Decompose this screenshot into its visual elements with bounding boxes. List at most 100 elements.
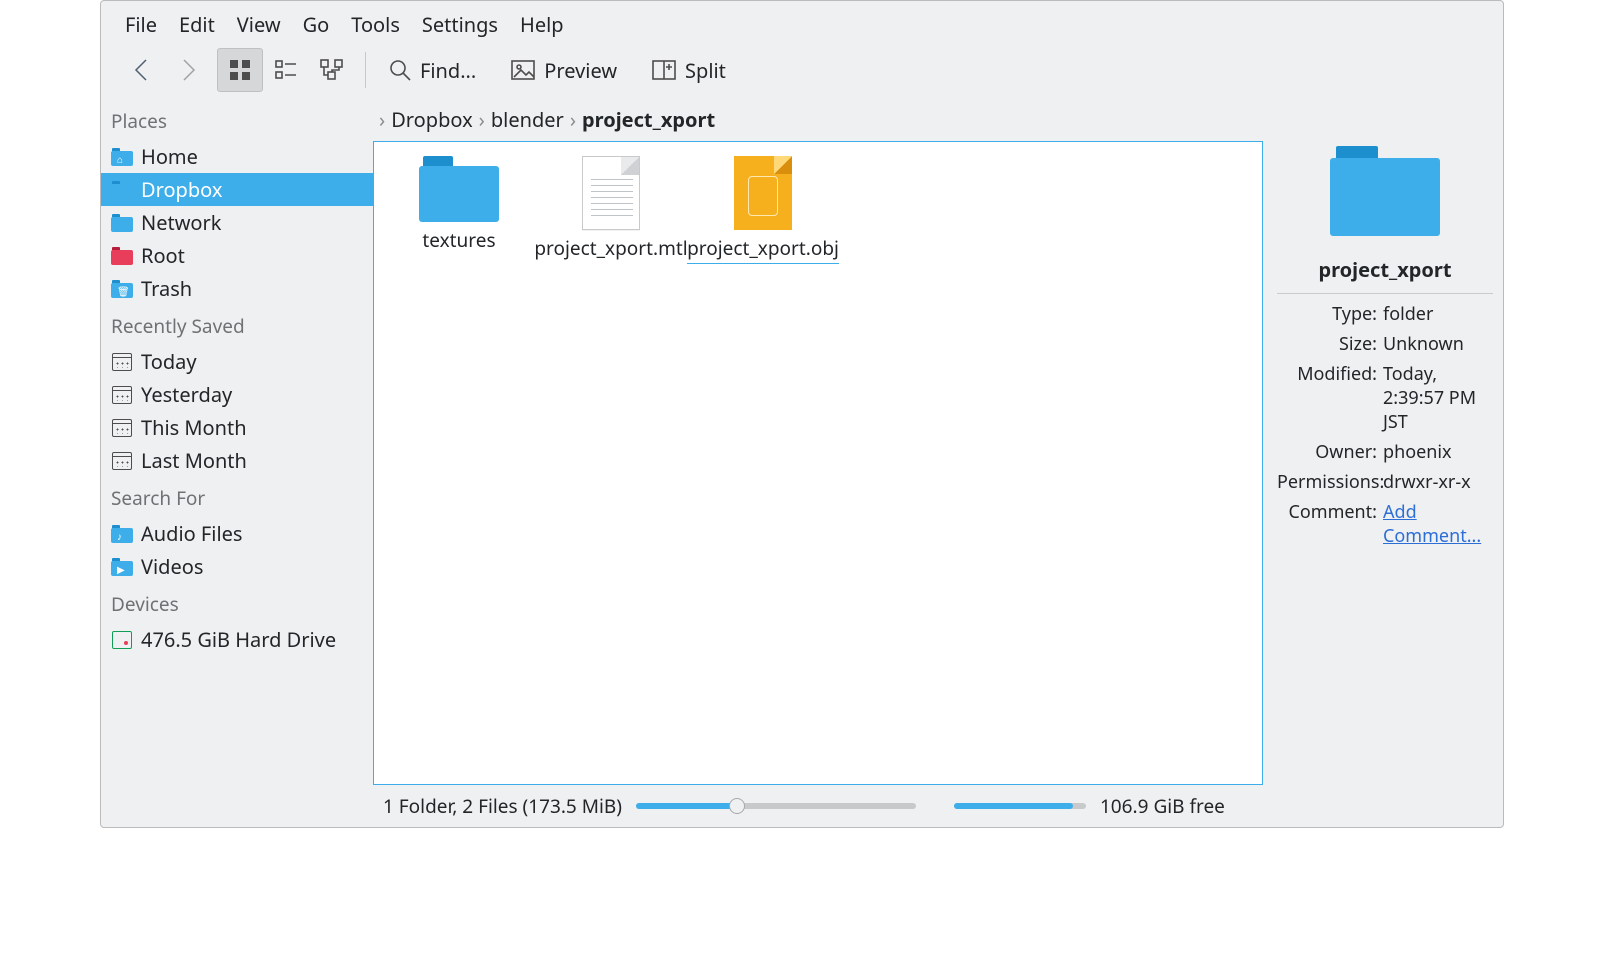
videos-folder-icon: ▶	[111, 557, 133, 577]
sidebar-item-label: 476.5 GiB Hard Drive	[141, 626, 336, 653]
obj-file-icon	[734, 156, 792, 230]
info-size-label: Size:	[1277, 332, 1377, 356]
sidebar-item-label: Home	[141, 143, 198, 170]
breadcrumb: › Dropbox › blender › project_xport	[373, 100, 1267, 139]
zoom-slider[interactable]	[636, 803, 916, 809]
file-manager-window: File Edit View Go Tools Settings Help Fi…	[100, 0, 1504, 828]
status-free-space: 106.9 GiB free	[1100, 793, 1225, 819]
info-modified-value: Today, 2:39:57 PM JST	[1383, 362, 1493, 434]
places-panel: Places ⌂ Home Dropbox Network Root 🗑 Tra…	[101, 100, 373, 789]
calendar-icon	[111, 352, 133, 372]
info-permissions-label: Permissions:	[1277, 470, 1377, 494]
sidebar-item-trash[interactable]: 🗑 Trash	[101, 272, 373, 305]
menu-go[interactable]: Go	[293, 7, 340, 42]
info-type-value: folder	[1383, 302, 1493, 326]
places-heading: Places	[101, 100, 373, 140]
main-area: › Dropbox › blender › project_xport text…	[373, 100, 1267, 789]
crumb-dropbox[interactable]: Dropbox	[391, 106, 472, 133]
preview-folder-icon	[1330, 146, 1440, 236]
back-button[interactable]	[119, 48, 165, 92]
home-folder-icon: ⌂	[111, 147, 133, 167]
search-icon	[388, 58, 412, 82]
text-file-icon	[582, 156, 640, 230]
sidebar-item-label: Audio Files	[141, 520, 242, 547]
sidebar-item-label: Network	[141, 209, 221, 236]
sidebar-item-label: Root	[141, 242, 185, 269]
split-icon	[651, 58, 677, 82]
info-size-value: Unknown	[1383, 332, 1493, 356]
devices-heading: Devices	[101, 583, 373, 623]
sidebar-item-yesterday[interactable]: Yesterday	[101, 378, 373, 411]
sidebar-item-root[interactable]: Root	[101, 239, 373, 272]
info-type-label: Type:	[1277, 302, 1377, 326]
menu-edit[interactable]: Edit	[169, 7, 225, 42]
view-tree-button[interactable]	[309, 48, 355, 92]
info-comment-label: Comment:	[1277, 500, 1377, 548]
chevron-right-icon: ›	[379, 106, 385, 133]
file-view[interactable]: textures project_xport.mtl project_xport…	[373, 141, 1263, 785]
statusbar: 1 Folder, 2 Files (173.5 MiB) 106.9 GiB …	[101, 789, 1503, 827]
toolbar-separator	[365, 52, 366, 88]
forward-button[interactable]	[165, 48, 211, 92]
sidebar-item-lastmonth[interactable]: Last Month	[101, 444, 373, 477]
split-label: Split	[685, 57, 726, 84]
menu-view[interactable]: View	[227, 7, 291, 42]
information-panel: project_xport Type: folder Size: Unknown…	[1267, 100, 1503, 789]
chevron-right-icon: ›	[479, 106, 485, 133]
view-compact-button[interactable]	[263, 48, 309, 92]
info-separator	[1277, 293, 1493, 294]
menu-help[interactable]: Help	[510, 7, 574, 42]
info-owner-label: Owner:	[1277, 440, 1377, 464]
sidebar-item-label: Yesterday	[141, 381, 232, 408]
file-label: project_xport.mtl	[534, 236, 687, 261]
file-label: textures	[422, 228, 495, 253]
file-item-textures[interactable]: textures	[388, 156, 530, 268]
calendar-icon	[111, 451, 133, 471]
sidebar-item-videos[interactable]: ▶ Videos	[101, 550, 373, 583]
calendar-icon	[111, 385, 133, 405]
find-label: Find...	[420, 57, 476, 84]
crumb-blender[interactable]: blender	[491, 106, 564, 133]
find-button[interactable]: Find...	[376, 48, 488, 92]
info-permissions-value: drwxr-xr-x	[1383, 470, 1493, 494]
search-for-heading: Search For	[101, 477, 373, 517]
network-folder-icon	[111, 213, 133, 233]
audio-folder-icon: ♪	[111, 524, 133, 544]
preview-label: Preview	[544, 57, 617, 84]
sidebar-item-home[interactable]: ⌂ Home	[101, 140, 373, 173]
add-comment-link[interactable]: Add Comment...	[1383, 500, 1481, 548]
image-icon	[510, 58, 536, 82]
trash-folder-icon: 🗑	[111, 279, 133, 299]
menu-tools[interactable]: Tools	[341, 7, 410, 42]
info-modified-label: Modified:	[1277, 362, 1377, 434]
file-item-obj[interactable]: project_xport.obj	[692, 156, 834, 268]
crumb-current[interactable]: project_xport	[582, 106, 715, 133]
sidebar-item-label: Today	[141, 348, 197, 375]
disk-usage-bar	[954, 803, 1086, 809]
sidebar-item-today[interactable]: Today	[101, 345, 373, 378]
status-summary: 1 Folder, 2 Files (173.5 MiB)	[383, 793, 622, 819]
sidebar-item-label: Last Month	[141, 447, 247, 474]
menu-file[interactable]: File	[115, 7, 167, 42]
sidebar-item-label: Videos	[141, 553, 203, 580]
menubar: File Edit View Go Tools Settings Help	[101, 1, 1503, 48]
calendar-icon	[111, 418, 133, 438]
sidebar-item-drive[interactable]: 476.5 GiB Hard Drive	[101, 623, 373, 656]
view-icons-button[interactable]	[217, 48, 263, 92]
dropbox-folder-icon	[111, 180, 133, 200]
file-label: project_xport.obj	[687, 236, 839, 264]
preview-button[interactable]: Preview	[498, 48, 629, 92]
file-item-mtl[interactable]: project_xport.mtl	[540, 156, 682, 268]
sidebar-item-network[interactable]: Network	[101, 206, 373, 239]
info-owner-value: phoenix	[1383, 440, 1493, 464]
sidebar-item-audio[interactable]: ♪ Audio Files	[101, 517, 373, 550]
toolbar: Find... Preview Split	[101, 48, 1503, 100]
hard-drive-icon	[111, 630, 133, 650]
sidebar-item-label: This Month	[141, 414, 247, 441]
sidebar-item-dropbox[interactable]: Dropbox	[101, 173, 373, 206]
menu-settings[interactable]: Settings	[412, 7, 508, 42]
folder-icon	[419, 156, 499, 222]
sidebar-item-label: Dropbox	[141, 176, 222, 203]
split-button[interactable]: Split	[639, 48, 738, 92]
sidebar-item-thismonth[interactable]: This Month	[101, 411, 373, 444]
